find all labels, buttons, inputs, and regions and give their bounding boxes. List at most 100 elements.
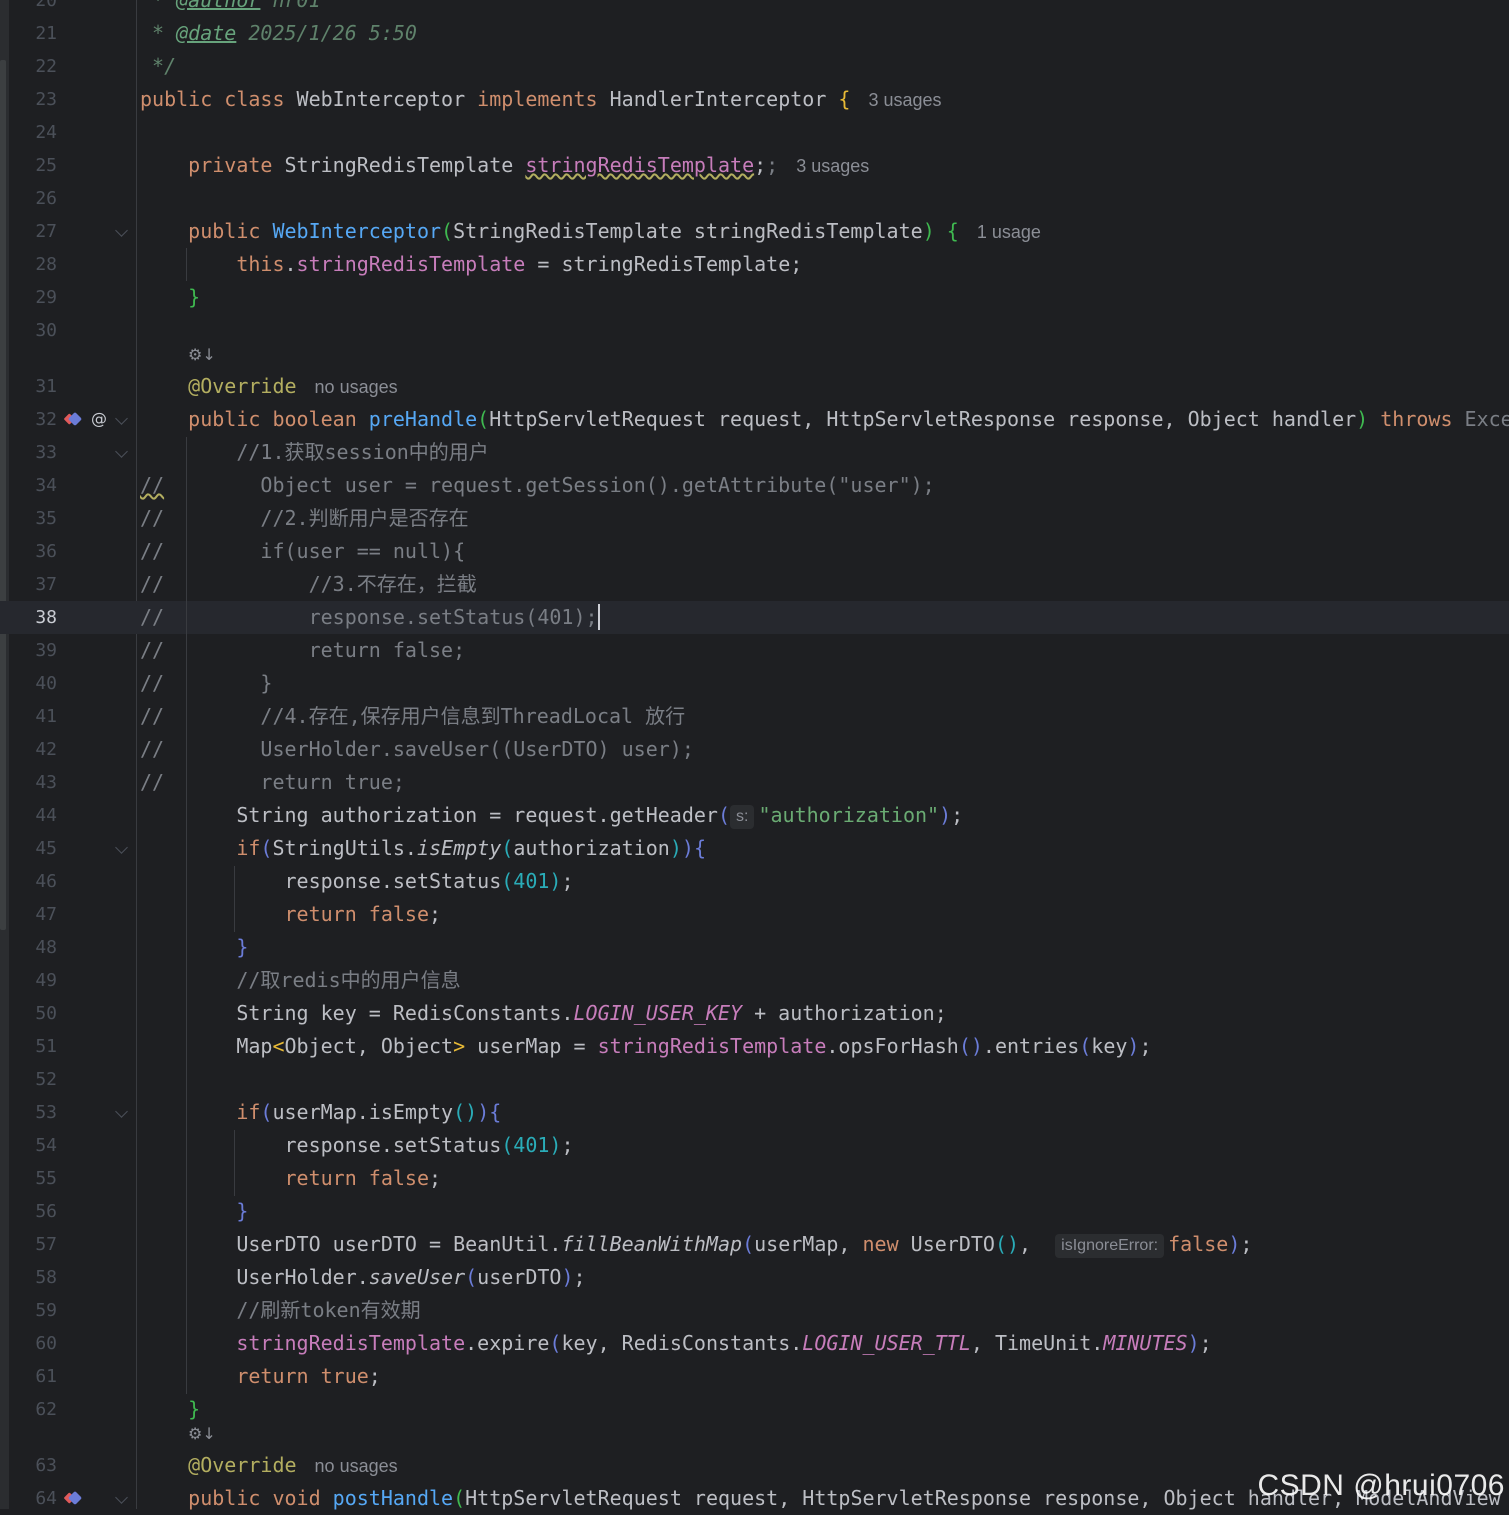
code-line[interactable]: 60 stringRedisTemplate.expire(key, Redis… (0, 1327, 1509, 1360)
fold-chevron-icon[interactable] (115, 445, 128, 458)
line-number[interactable]: 32 (9, 403, 57, 436)
line-number[interactable]: 38 (9, 601, 57, 634)
code-line[interactable]: 21 * @date 2025/1/26 5:50 (0, 17, 1509, 50)
code-line[interactable]: 51 Map<Object, Object> userMap = stringR… (0, 1030, 1509, 1063)
code-line[interactable]: 41 // //4.存在,保存用户信息到ThreadLocal 放行 (0, 700, 1509, 733)
at-gutter-icon[interactable]: @ (90, 410, 108, 428)
usages-hint[interactable]: 1 usage (977, 222, 1041, 242)
line-number[interactable]: 48 (9, 931, 57, 964)
implements-gutter-icon[interactable] (66, 410, 84, 428)
usages-hint[interactable]: 3 usages (796, 156, 869, 176)
line-number[interactable]: 42 (9, 733, 57, 766)
line-number[interactable]: 34 (9, 469, 57, 502)
code-line[interactable]: 52 (0, 1063, 1509, 1096)
line-number[interactable]: 22 (9, 50, 57, 83)
fold-chevron-icon[interactable] (115, 841, 128, 854)
code-line[interactable]: 37 // //3.不存在，拦截 (0, 568, 1509, 601)
code-line[interactable]: 47 return false; (0, 898, 1509, 931)
line-number[interactable]: 47 (9, 898, 57, 931)
line-number[interactable]: 21 (9, 17, 57, 50)
line-number[interactable]: 37 (9, 568, 57, 601)
code-line[interactable]: 30 (0, 314, 1509, 347)
line-number[interactable]: 36 (9, 535, 57, 568)
fold-chevron-icon[interactable] (115, 412, 128, 425)
line-number[interactable]: 61 (9, 1360, 57, 1393)
line-number[interactable]: 43 (9, 766, 57, 799)
code-line[interactable]: 55 return false; (0, 1162, 1509, 1195)
line-number[interactable]: 51 (9, 1030, 57, 1063)
line-number[interactable]: 39 (9, 634, 57, 667)
line-number[interactable]: 53 (9, 1096, 57, 1129)
fold-chevron-icon[interactable] (115, 1491, 128, 1504)
code-line[interactable]: 40 // } (0, 667, 1509, 700)
code-line[interactable]: 33 //1.获取session中的用户 (0, 436, 1509, 469)
code-line[interactable]: 25 private StringRedisTemplate stringRed… (0, 149, 1509, 182)
code-line[interactable]: 23 public class WebInterceptor implements… (0, 83, 1509, 116)
line-number[interactable]: 40 (9, 667, 57, 700)
code-line[interactable]: 34 // Object user = request.getSession().… (0, 469, 1509, 502)
line-number[interactable]: 33 (9, 436, 57, 469)
line-number[interactable]: 35 (9, 502, 57, 535)
line-number[interactable]: 25 (9, 149, 57, 182)
line-number[interactable]: 46 (9, 865, 57, 898)
code-line[interactable]: 29 } (0, 281, 1509, 314)
line-number[interactable]: 41 (9, 700, 57, 733)
code-line[interactable]: 58 UserHolder.saveUser(userDTO); (0, 1261, 1509, 1294)
line-number[interactable]: 26 (9, 182, 57, 215)
ai-action-icon[interactable]: ⚙↓ (188, 345, 216, 364)
code-line[interactable]: 20 * @author hr01 (0, 0, 1509, 17)
code-line[interactable]: 32 @ public boolean preHandle(HttpServlet… (0, 403, 1509, 436)
line-number[interactable]: 56 (9, 1195, 57, 1228)
code-line[interactable]: 46 response.setStatus(401); (0, 865, 1509, 898)
code-line[interactable]: 38 // response.setStatus(401); (0, 601, 1509, 634)
line-number[interactable]: 60 (9, 1327, 57, 1360)
line-number[interactable]: 24 (9, 116, 57, 149)
line-number[interactable]: 27 (9, 215, 57, 248)
line-number[interactable]: 44 (9, 799, 57, 832)
code-line[interactable]: 56 } (0, 1195, 1509, 1228)
code-line[interactable]: 31 @Override no usages (0, 370, 1509, 403)
ai-action-icon[interactable]: ⚙↓ (188, 1424, 216, 1443)
line-number[interactable]: 54 (9, 1129, 57, 1162)
line-number[interactable]: 31 (9, 370, 57, 403)
code-line[interactable]: 49 //取redis中的用户信息 (0, 964, 1509, 997)
code-line[interactable]: 53 if(userMap.isEmpty()){ (0, 1096, 1509, 1129)
code-line[interactable]: 42 // UserHolder.saveUser((UserDTO) user)… (0, 733, 1509, 766)
line-number[interactable]: 29 (9, 281, 57, 314)
line-number[interactable]: 50 (9, 997, 57, 1030)
usages-hint[interactable]: 3 usages (868, 90, 941, 110)
line-number[interactable]: 62 (9, 1393, 57, 1426)
line-number[interactable]: 45 (9, 832, 57, 865)
code-line[interactable]: 62 } (0, 1393, 1509, 1426)
line-number[interactable]: 64 (9, 1482, 57, 1515)
code-line[interactable]: 28 this.stringRedisTemplate = stringRedi… (0, 248, 1509, 281)
ai-action-row[interactable]: ⚙↓ (188, 345, 216, 364)
ai-action-row[interactable]: ⚙↓ (188, 1424, 216, 1443)
code-line[interactable]: 44 String authorization = request.getHea… (0, 799, 1509, 832)
code-line[interactable]: 26 (0, 182, 1509, 215)
line-number[interactable]: 52 (9, 1063, 57, 1096)
line-number[interactable]: 30 (9, 314, 57, 347)
code-line[interactable]: 59 //刷新token有效期 (0, 1294, 1509, 1327)
code-line[interactable]: 35 // //2.判断用户是否存在 (0, 502, 1509, 535)
fold-chevron-icon[interactable] (115, 224, 128, 237)
code-line[interactable]: 61 return true; (0, 1360, 1509, 1393)
line-number[interactable]: 58 (9, 1261, 57, 1294)
line-number[interactable]: 23 (9, 83, 57, 116)
code-line[interactable]: 45 if(StringUtils.isEmpty(authorization)… (0, 832, 1509, 865)
code-line[interactable]: 24 (0, 116, 1509, 149)
line-number[interactable]: 20 (9, 0, 57, 17)
code-line[interactable]: 54 response.setStatus(401); (0, 1129, 1509, 1162)
code-line[interactable]: 27 public WebInterceptor(StringRedisTemp… (0, 215, 1509, 248)
line-number[interactable]: 59 (9, 1294, 57, 1327)
line-number[interactable]: 57 (9, 1228, 57, 1261)
code-line[interactable]: 39 // return false; (0, 634, 1509, 667)
code-line[interactable]: 48 } (0, 931, 1509, 964)
usages-hint[interactable]: no usages (315, 1456, 398, 1476)
code-line[interactable]: 43 // return true; (0, 766, 1509, 799)
line-number[interactable]: 49 (9, 964, 57, 997)
usages-hint[interactable]: no usages (315, 377, 398, 397)
implements-gutter-icon[interactable] (66, 1489, 84, 1507)
line-number[interactable]: 55 (9, 1162, 57, 1195)
line-number[interactable]: 28 (9, 248, 57, 281)
